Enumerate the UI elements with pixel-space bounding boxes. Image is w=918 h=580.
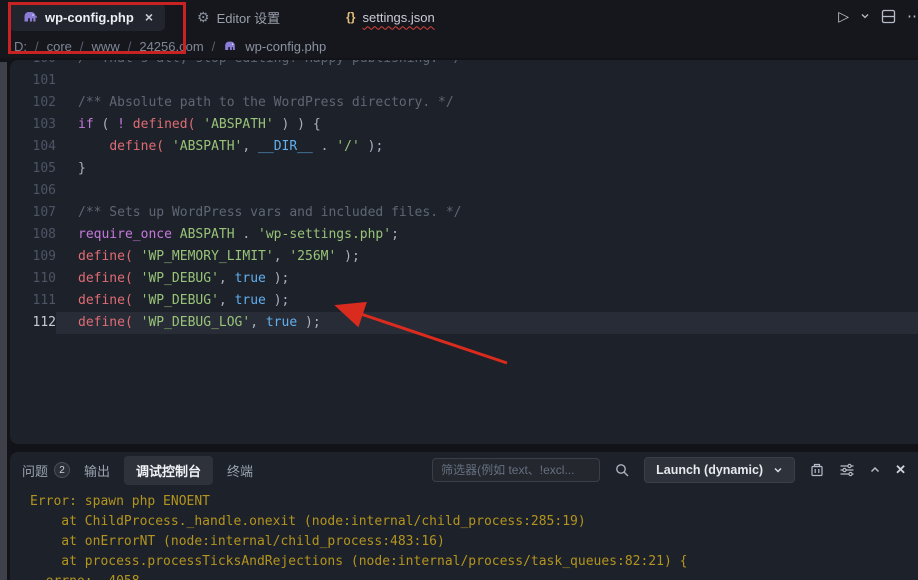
tab-wp-config-php[interactable]: wp-config.php × xyxy=(10,3,165,31)
console-line: at onErrorNT (node:internal/child_proces… xyxy=(30,532,918,552)
debug-console-output: Error: spawn php ENOENT at ChildProcess.… xyxy=(10,488,918,580)
panel-tab-label: 输出 xyxy=(84,461,110,480)
close-tab-icon[interactable]: × xyxy=(145,9,153,25)
bottom-panel: 问题 2 输出 调试控制台 终端 Launch (dynamic) xyxy=(10,452,918,580)
line-number[interactable]: 108 xyxy=(10,224,56,246)
panel-tab-terminal[interactable]: 终端 xyxy=(227,461,253,480)
panel-tab-debug-console[interactable]: 调试控制台 xyxy=(124,456,213,485)
tab-label: settings.json xyxy=(362,10,434,25)
code-text[interactable]: define( 'ABSPATH', __DIR__ . '/' ); xyxy=(56,136,918,158)
problems-count-badge: 2 xyxy=(54,462,70,478)
code-line-110[interactable]: 110define( 'WP_DEBUG', true ); xyxy=(10,268,918,290)
panel-header: 问题 2 输出 调试控制台 终端 Launch (dynamic) xyxy=(10,452,918,488)
code-line-108[interactable]: 108require_once ABSPATH . 'wp-settings.p… xyxy=(10,224,918,246)
tab-label: wp-config.php xyxy=(45,10,134,25)
close-panel-icon[interactable]: ✕ xyxy=(895,462,906,478)
breadcrumb-segment[interactable]: core xyxy=(47,39,72,54)
panel-tab-output[interactable]: 输出 xyxy=(84,461,110,480)
console-line: Error: spawn php ENOENT xyxy=(30,492,918,512)
line-number[interactable]: 101 xyxy=(10,70,56,92)
panel-tab-problems[interactable]: 问题 2 xyxy=(22,461,70,480)
code-lines: 100/* That's all, stop editing! Happy pu… xyxy=(10,60,918,334)
editor-tab-bar: wp-config.php × ⚙ Editor 设置 {} settings.… xyxy=(0,0,918,32)
gear-icon: ⚙ xyxy=(197,9,210,26)
panel-tab-label: 终端 xyxy=(227,461,253,480)
code-text[interactable] xyxy=(56,180,918,202)
code-text[interactable]: /* That's all, stop editing! Happy publi… xyxy=(56,60,918,70)
code-line-112[interactable]: 112define( 'WP_DEBUG_LOG', true ); xyxy=(10,312,918,334)
launch-config-label: Launch (dynamic) xyxy=(656,463,763,477)
breadcrumb-separator: / xyxy=(128,39,132,54)
run-dropdown-chevron-icon[interactable] xyxy=(860,11,870,21)
filter-settings-icon[interactable] xyxy=(839,462,855,478)
code-text[interactable]: /** Absolute path to the WordPress direc… xyxy=(56,92,918,114)
search-icon[interactable] xyxy=(614,462,630,478)
code-line-111[interactable]: 111define( 'WP_DEBUG', true ); xyxy=(10,290,918,312)
console-filter-input[interactable] xyxy=(432,458,600,482)
line-number[interactable]: 111 xyxy=(10,290,56,312)
code-line-104[interactable]: 104 define( 'ABSPATH', __DIR__ . '/' ); xyxy=(10,136,918,158)
code-text[interactable]: require_once ABSPATH . 'wp-settings.php'… xyxy=(56,224,918,246)
clear-console-icon[interactable] xyxy=(809,462,825,478)
line-number[interactable]: 106 xyxy=(10,180,56,202)
code-text[interactable]: if ( ! defined( 'ABSPATH' ) ) { xyxy=(56,114,918,136)
split-editor-icon[interactable] xyxy=(881,9,896,24)
code-text[interactable]: define( 'WP_DEBUG_LOG', true ); xyxy=(56,312,918,334)
editor-actions: ▷ ⋯ xyxy=(838,0,916,32)
breadcrumb-segment[interactable]: www xyxy=(92,39,120,54)
line-number[interactable]: 109 xyxy=(10,246,56,268)
tab-label: Editor 设置 xyxy=(217,8,281,27)
editor-header: wp-config.php × ⚙ Editor 设置 {} settings.… xyxy=(0,0,918,58)
json-braces-icon: {} xyxy=(346,10,355,24)
breadcrumb-separator: / xyxy=(80,39,84,54)
code-text[interactable]: /** Sets up WordPress vars and included … xyxy=(56,202,918,224)
line-number[interactable]: 105 xyxy=(10,158,56,180)
launch-config-dropdown[interactable]: Launch (dynamic) xyxy=(644,457,795,483)
tab-settings-json[interactable]: {} settings.json xyxy=(334,3,447,31)
code-line-106[interactable]: 106 xyxy=(10,180,918,202)
more-actions-icon[interactable]: ⋯ xyxy=(907,7,918,25)
line-number[interactable]: 110 xyxy=(10,268,56,290)
maximize-panel-chevron-up-icon[interactable] xyxy=(869,464,881,476)
line-number[interactable]: 112 xyxy=(10,312,56,334)
code-line-107[interactable]: 107/** Sets up WordPress vars and includ… xyxy=(10,202,918,224)
tab-editor-settings[interactable]: ⚙ Editor 设置 xyxy=(185,3,292,31)
code-line-109[interactable]: 109define( 'WP_MEMORY_LIMIT', '256M' ); xyxy=(10,246,918,268)
line-number[interactable]: 104 xyxy=(10,136,56,158)
php-elephant-icon xyxy=(223,39,237,53)
code-text[interactable]: define( 'WP_DEBUG', true ); xyxy=(56,290,918,312)
line-number[interactable]: 107 xyxy=(10,202,56,224)
chevron-down-icon xyxy=(773,465,783,475)
code-line-105[interactable]: 105} xyxy=(10,158,918,180)
console-line: errno: -4058 xyxy=(30,572,918,580)
breadcrumb-segment[interactable]: 24256.com xyxy=(139,39,203,54)
console-line: at ChildProcess._handle.onexit (node:int… xyxy=(30,512,918,532)
code-line-103[interactable]: 103if ( ! defined( 'ABSPATH' ) ) { xyxy=(10,114,918,136)
panel-tab-label: 调试控制台 xyxy=(136,461,201,480)
vscode-window: wp-config.php × ⚙ Editor 设置 {} settings.… xyxy=(0,0,918,580)
code-line-101[interactable]: 101 xyxy=(10,70,918,92)
breadcrumb-segment[interactable]: D: xyxy=(14,39,27,54)
run-debug-icon[interactable]: ▷ xyxy=(838,8,849,25)
code-text[interactable] xyxy=(56,70,918,92)
code-text[interactable]: define( 'WP_MEMORY_LIMIT', '256M' ); xyxy=(56,246,918,268)
code-line-100[interactable]: 100/* That's all, stop editing! Happy pu… xyxy=(10,60,918,70)
panel-tab-label: 问题 xyxy=(22,461,48,480)
left-scrollbar[interactable] xyxy=(0,62,7,580)
line-number[interactable]: 102 xyxy=(10,92,56,114)
line-number[interactable]: 100 xyxy=(10,60,56,70)
line-number[interactable]: 103 xyxy=(10,114,56,136)
code-editor[interactable]: 100/* That's all, stop editing! Happy pu… xyxy=(10,60,918,444)
breadcrumb-separator: / xyxy=(212,39,216,54)
breadcrumb-file[interactable]: wp-config.php xyxy=(245,39,326,54)
php-elephant-icon xyxy=(22,9,38,25)
console-line: at process.processTicksAndRejections (no… xyxy=(30,552,918,572)
breadcrumb-separator: / xyxy=(35,39,39,54)
code-line-102[interactable]: 102/** Absolute path to the WordPress di… xyxy=(10,92,918,114)
code-text[interactable]: } xyxy=(56,158,918,180)
code-text[interactable]: define( 'WP_DEBUG', true ); xyxy=(56,268,918,290)
breadcrumb: D: / core / www / 24256.com / wp-config.php xyxy=(14,34,326,58)
